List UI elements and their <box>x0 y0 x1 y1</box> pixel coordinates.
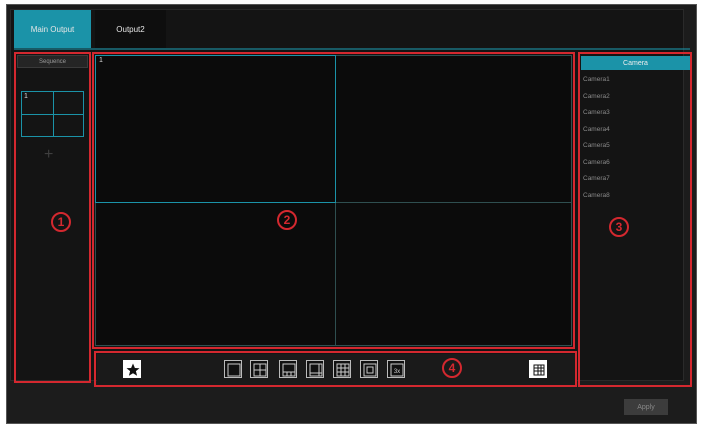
callout-number-2: 2 <box>277 210 297 230</box>
callout-box-4 <box>94 351 577 387</box>
apply-button[interactable]: Apply <box>624 399 668 415</box>
tab-main-output[interactable]: Main Output <box>14 10 91 48</box>
callout-number-1: 1 <box>51 212 71 232</box>
callout-number-4: 4 <box>442 358 462 378</box>
callout-number-3: 3 <box>609 217 629 237</box>
callout-box-3 <box>578 52 692 387</box>
video-cell-number: 1 <box>99 57 103 64</box>
tabs-underline <box>14 48 690 50</box>
video-cell-1[interactable]: 1 <box>95 55 336 203</box>
tab-output2[interactable]: Output2 <box>95 10 166 48</box>
